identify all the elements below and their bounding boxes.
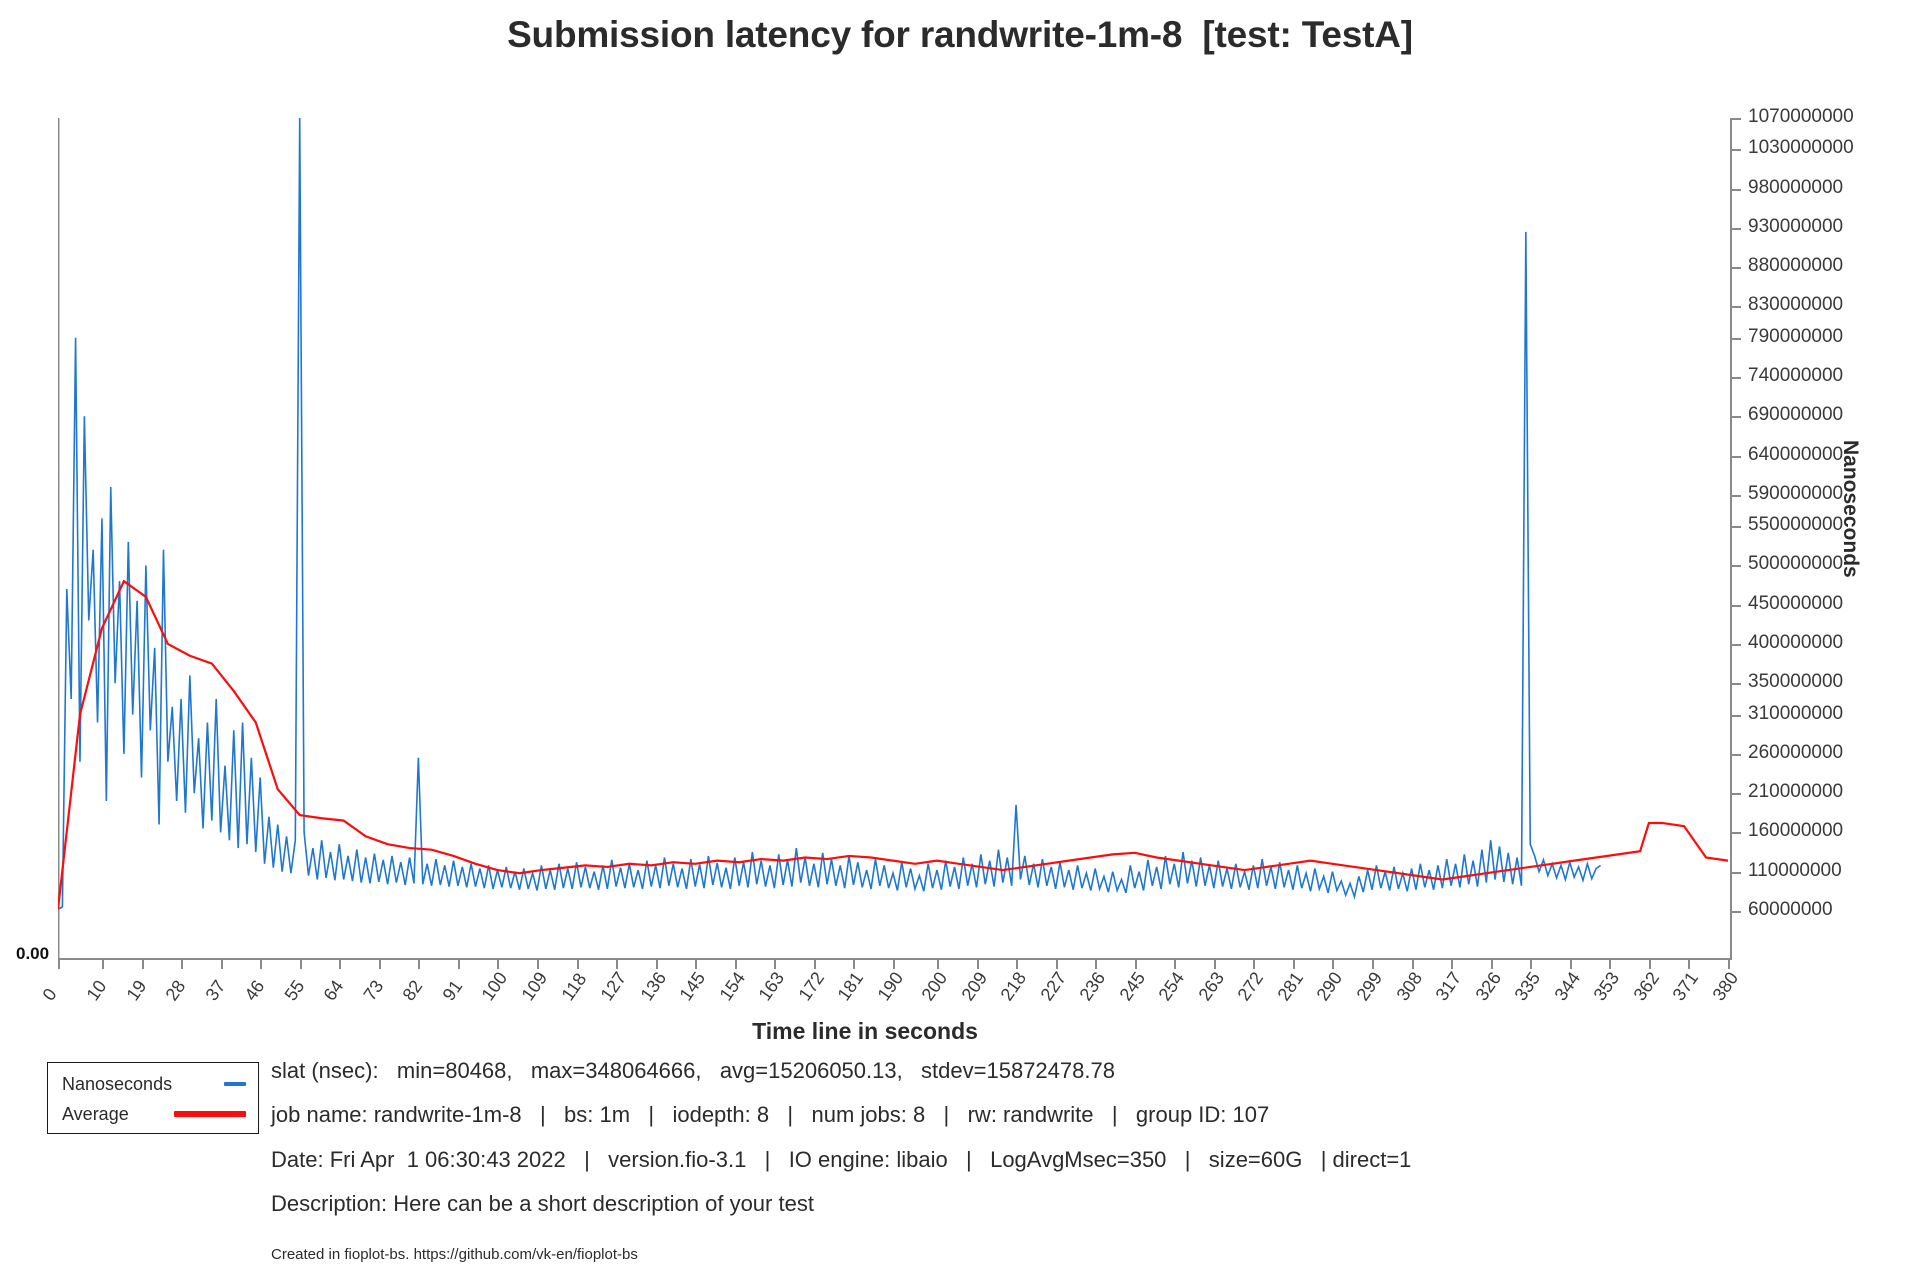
y-axis-tick-label: 210000000	[1748, 781, 1844, 803]
x-axis-tick-label: 299	[1352, 968, 1387, 1005]
x-axis-tick-label: 0	[38, 984, 61, 1005]
y-axis-tick-label: 1030000000	[1748, 137, 1854, 159]
x-axis-tick-label: 28	[161, 976, 190, 1005]
x-axis-tick-label: 46	[240, 976, 269, 1005]
x-axis-tick-label: 127	[596, 968, 631, 1005]
x-axis-title: Time line in seconds	[752, 1018, 978, 1044]
x-axis-tick-label: 326	[1471, 968, 1505, 1005]
legend: Nanoseconds Average	[47, 1062, 259, 1134]
legend-item-nanoseconds[interactable]: Nanoseconds	[62, 1069, 246, 1099]
legend-label-nanoseconds: Nanoseconds	[62, 1073, 173, 1094]
y-axis-tick-label: 930000000	[1748, 215, 1844, 237]
x-axis-tick-label: 19	[121, 976, 150, 1005]
legend-swatch-average-icon	[174, 1111, 246, 1117]
y-axis-tick-label: 110000000	[1748, 859, 1842, 881]
y-axis-tick-label: 350000000	[1748, 671, 1844, 693]
x-axis-tick-label: 362	[1629, 968, 1664, 1005]
x-axis-tick-label: 82	[398, 976, 427, 1005]
x-axis-tick-label: 263	[1194, 968, 1228, 1005]
x-axis-tick-label: 281	[1273, 968, 1308, 1005]
x-axis-tick-label: 190	[873, 968, 908, 1005]
legend-swatch-nanoseconds-icon	[224, 1082, 246, 1086]
x-axis-tick-label: 209	[956, 968, 991, 1005]
x-axis-tick-label: 380	[1708, 968, 1743, 1005]
x-axis-tick-label: 100	[477, 968, 512, 1005]
y-axis-tick-label: 400000000	[1748, 631, 1844, 653]
y-axis-tick-label: 830000000	[1748, 294, 1844, 316]
x-axis-tick-label: 218	[996, 968, 1031, 1005]
y-axis-tick-label: 260000000	[1748, 741, 1844, 763]
x-axis-tick-label: 245	[1115, 968, 1149, 1005]
x-axis-tick-label: 353	[1589, 968, 1624, 1005]
x-axis-tick-label: 154	[715, 968, 749, 1005]
y-axis-zero-label: 0.00	[16, 944, 50, 963]
x-axis-tick-label: 64	[319, 976, 348, 1005]
info-block: slat (nsec): min=80468, max=348064666, a…	[271, 1058, 1771, 1235]
x-axis-tick-label: 118	[557, 969, 590, 1005]
x-axis-tick-label: 371	[1668, 968, 1703, 1005]
x-axis-tick-label: 136	[636, 968, 670, 1005]
x-axis-tick-label: 73	[359, 976, 388, 1005]
y-axis-tick-label: 980000000	[1748, 176, 1844, 198]
y-axis-tick-label: 790000000	[1748, 325, 1844, 347]
x-axis-tick-label: 37	[201, 976, 229, 1005]
x-axis-tick-label: 227	[1036, 968, 1070, 1005]
job-line: job name: randwrite-1m-8 | bs: 1m | iode…	[271, 1102, 1270, 1128]
y-axis-tick-label: 500000000	[1748, 553, 1844, 575]
y-axis-tick-label: 450000000	[1748, 592, 1844, 614]
y-axis-tick-label: 310000000	[1748, 702, 1844, 724]
legend-label-average: Average	[62, 1103, 129, 1124]
x-axis-tick-label: 181	[833, 968, 868, 1005]
y-axis-title: Nanoseconds	[1839, 440, 1862, 578]
bottom-axis-line	[58, 958, 1732, 960]
x-axis-tick-label: 308	[1392, 968, 1426, 1005]
chart-svg	[58, 118, 1728, 958]
y-axis-tick-label: 60000000	[1748, 898, 1833, 920]
x-axis-tick-label: 344	[1550, 968, 1584, 1005]
x-axis-tick-label: 55	[280, 976, 309, 1005]
y-axis-tick-label: 590000000	[1748, 482, 1844, 504]
x-axis-tick-label: 317	[1431, 968, 1466, 1005]
x-axis-tick-label: 163	[754, 968, 789, 1005]
right-axis-line	[1730, 118, 1732, 958]
y-axis-tick-label: 690000000	[1748, 404, 1844, 426]
x-axis-tick-label: 236	[1075, 968, 1110, 1005]
footer-credit: Created in fioplot-bs. https://github.co…	[271, 1246, 638, 1263]
x-axis-tick-label: 10	[82, 976, 111, 1005]
legend-item-average[interactable]: Average	[62, 1099, 246, 1129]
series-line-nanoseconds	[58, 118, 1602, 911]
x-axis-tick-label: 200	[917, 968, 952, 1005]
description-line: Description: Here can be a short descrip…	[271, 1190, 814, 1216]
x-axis-tick-label: 272	[1233, 968, 1268, 1005]
y-axis-tick-label: 640000000	[1748, 443, 1844, 465]
y-axis-tick-label: 1070000000	[1748, 106, 1854, 127]
x-axis-tick-label: 254	[1154, 968, 1189, 1005]
x-axis-tick-label: 335	[1510, 968, 1545, 1005]
stats-line: slat (nsec): min=80468, max=348064666, a…	[271, 1058, 1115, 1083]
page-title: Submission latency for randwrite-1m-8 [t…	[507, 14, 1413, 55]
y-axis-tick-label: 160000000	[1748, 820, 1844, 842]
x-axis-tick-label: 172	[794, 968, 829, 1005]
y-axis-tick-label: 550000000	[1748, 514, 1844, 536]
y-axis-tick-label: 880000000	[1748, 255, 1844, 277]
x-axis-tick-label: 91	[438, 976, 467, 1005]
x-axis-tick-label: 109	[517, 968, 552, 1005]
x-axis-tick-label: 145	[675, 968, 710, 1005]
x-axis-tick-label: 290	[1312, 968, 1347, 1005]
plot-area	[58, 118, 1728, 958]
y-axis-tick-label: 740000000	[1748, 365, 1844, 387]
series-line-average	[58, 579, 1728, 910]
date-line: Date: Fri Apr 1 06:30:43 2022 | version.…	[271, 1146, 1412, 1172]
